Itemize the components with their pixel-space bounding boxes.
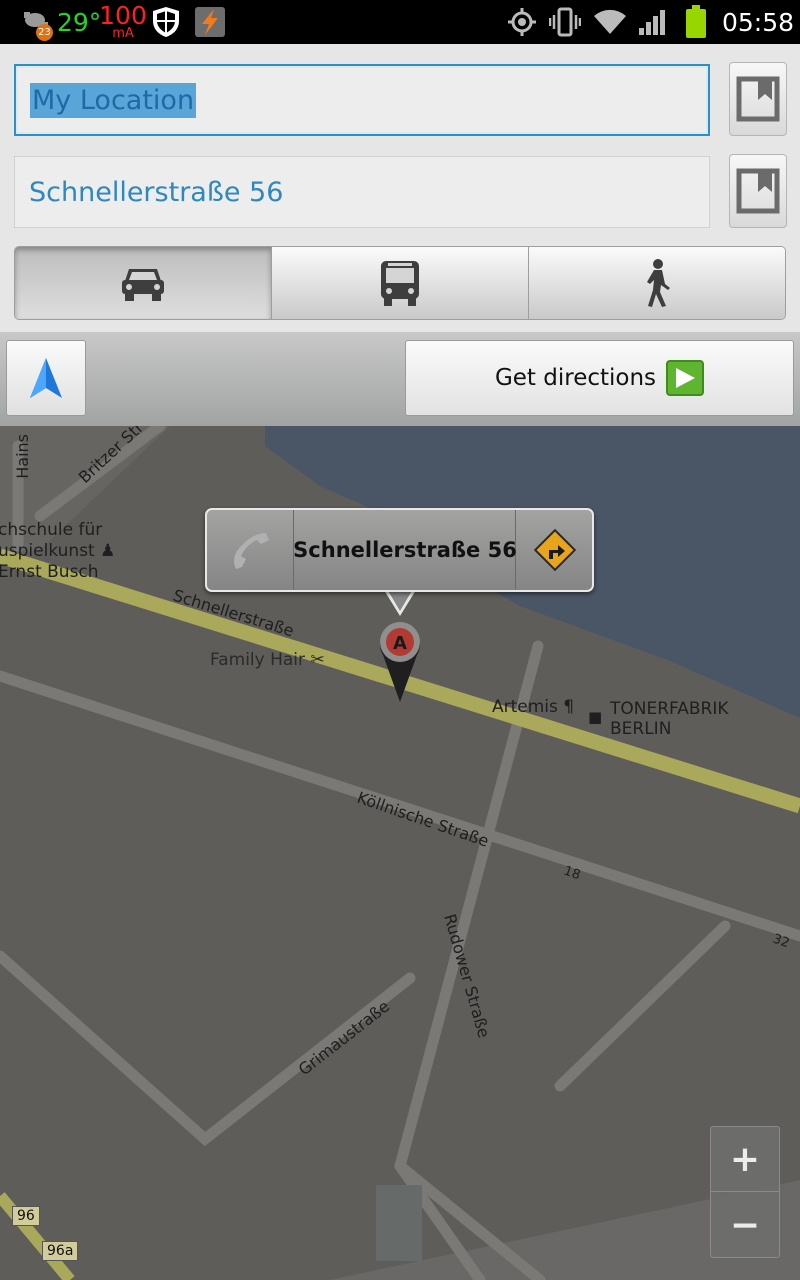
signal-icon — [636, 0, 668, 44]
bus-icon — [378, 259, 422, 307]
mode-walk-tab[interactable] — [529, 247, 785, 319]
street-label-hains: Hains — [13, 434, 32, 479]
green-arrow-icon — [666, 360, 705, 396]
turn-right-icon — [532, 527, 578, 573]
shield-icon — [148, 0, 184, 44]
marker-letter: A — [393, 633, 407, 654]
poi-family-hair-label: Family Hair — [210, 650, 306, 670]
zoom-out-button[interactable]: − — [711, 1193, 779, 1257]
road-shield-96a: 96a — [42, 1241, 79, 1261]
poi-school-label: chschule für uspielkunst ♟ Ernst Busch — [0, 520, 115, 583]
notification-icon: 23 — [16, 0, 56, 44]
clock-label: 05:58 — [721, 7, 795, 37]
my-location-button[interactable] — [6, 340, 86, 416]
poi-tonerfabrik-line-1: TONERFABRIK — [610, 699, 729, 719]
mode-car-tab[interactable] — [15, 247, 272, 319]
zoom-controls: + − — [710, 1126, 780, 1258]
callout-title: Schnellerstraße 56 — [293, 538, 517, 562]
temperature-label: 29° — [57, 7, 102, 37]
poi-tonerfabrik: ■ TONERFABRIK BERLIN — [588, 699, 729, 739]
gps-icon — [505, 0, 539, 44]
action-bar: Get directions — [0, 332, 800, 426]
destination-bookmark-button[interactable] — [729, 154, 787, 228]
poi-artemis-label: Artemis — [492, 697, 558, 717]
status-bar: 23 29° 100 mA 05:58 — [0, 0, 800, 44]
phone-icon — [228, 529, 272, 571]
wifi-icon — [591, 0, 629, 44]
start-location-input[interactable]: My Location — [14, 64, 710, 136]
road-shield-96: 96 — [12, 1206, 40, 1226]
current-unit-label: mA — [112, 26, 134, 41]
poi-school-line-2: uspielkunst — [0, 541, 95, 561]
destination-input[interactable]: Schnellerstraße 56 — [14, 156, 710, 228]
poi-tonerfabrik-line-2: BERLIN — [610, 719, 672, 739]
poi-artemis: Artemis ¶ — [492, 697, 574, 717]
get-directions-label: Get directions — [494, 365, 657, 391]
bookmark-icon — [736, 168, 780, 214]
car-icon — [120, 263, 166, 303]
get-directions-button[interactable]: Get directions — [405, 340, 794, 416]
mode-transit-tab[interactable] — [272, 247, 529, 319]
scissors-icon: ✂ — [310, 650, 325, 670]
flash-app-icon — [192, 0, 228, 44]
restaurant-icon: ¶ — [563, 697, 575, 717]
bookmark-icon — [736, 76, 780, 122]
transport-mode-selector — [14, 246, 786, 320]
start-location-value: My Location — [30, 82, 197, 118]
location-arrow-icon — [28, 356, 64, 400]
route-panel: My Location Schnellerstraße 56 — [0, 44, 800, 332]
destination-value: Schnellerstraße 56 — [29, 176, 284, 208]
poi-school-line-1: chschule für — [0, 520, 103, 540]
current-label: 100 — [99, 1, 147, 30]
callout-title-button[interactable]: Schnellerstraße 56 — [293, 510, 517, 590]
poi-family-hair: Family Hair ✂ — [210, 650, 325, 670]
start-bookmark-button[interactable] — [729, 62, 787, 136]
walking-icon — [641, 258, 673, 308]
poi-school-line-3: Ernst Busch — [0, 562, 99, 582]
place-callout: Schnellerstraße 56 — [205, 508, 594, 592]
notification-badge: 23 — [36, 24, 53, 41]
battery-icon — [682, 0, 710, 44]
zoom-out-icon: − — [729, 1204, 761, 1246]
map-view[interactable]: A Hains Britzer Str Schnellerstraße Köll… — [0, 426, 800, 1280]
theatre-icon: ♟ — [100, 541, 116, 561]
callout-directions-button[interactable] — [517, 510, 593, 590]
shopping-bag-icon: ■ — [588, 708, 603, 726]
vibrate-icon — [548, 0, 582, 44]
call-button[interactable] — [207, 510, 294, 590]
zoom-in-button[interactable]: + — [711, 1127, 779, 1192]
zoom-in-icon: + — [729, 1138, 761, 1180]
